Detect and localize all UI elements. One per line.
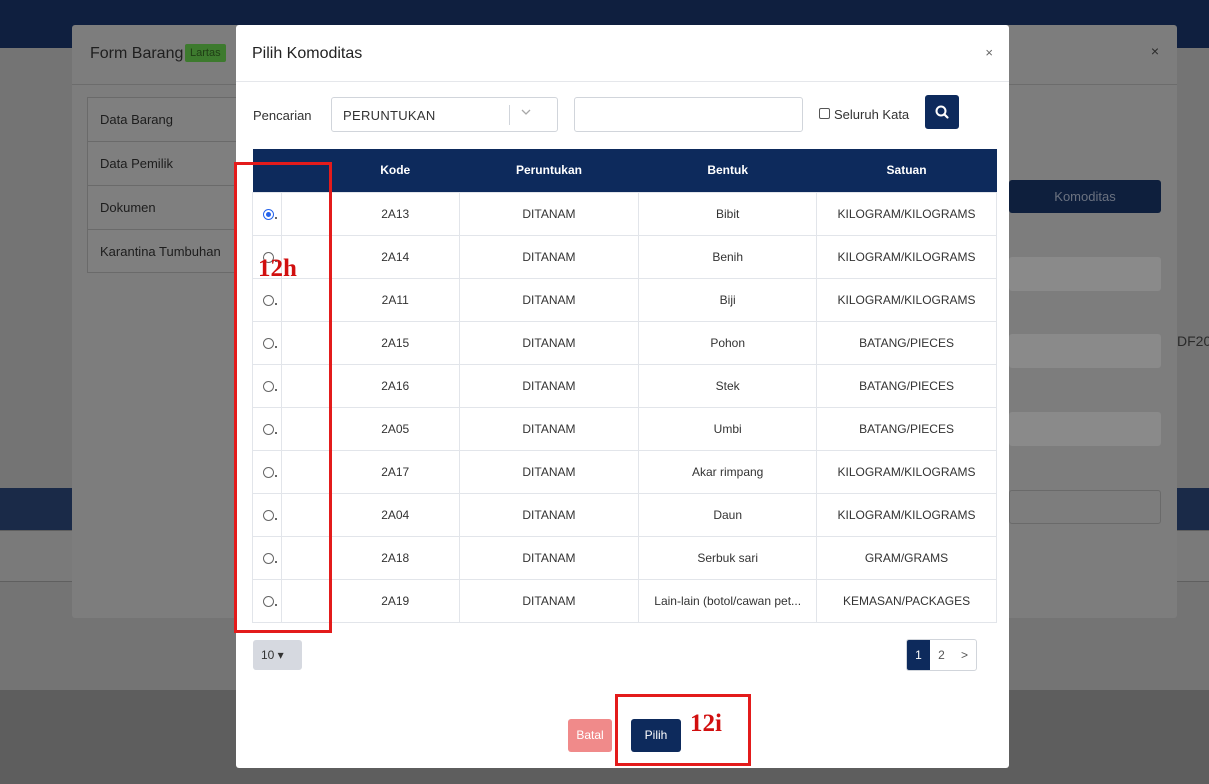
cell-kode: 2A04	[330, 492, 460, 537]
table-row[interactable]: 2A14 DITANAM Benih KILOGRAM/KILOGRAMS	[252, 234, 997, 279]
cell-satuan: BATANG/PIECES	[816, 320, 997, 365]
cell-peruntukan: DITANAM	[458, 578, 640, 623]
cell-satuan: KILOGRAM/KILOGRAMS	[816, 191, 997, 236]
close-icon[interactable]: ×	[985, 45, 993, 60]
cell-kode: 2A17	[330, 449, 460, 494]
lartas-badge: Lartas	[185, 44, 226, 62]
annotation-box-pilih-button	[615, 694, 751, 766]
annotation-box-radio-column	[234, 162, 332, 633]
komoditas-table: Kode Peruntukan Bentuk Satuan 2A13 DITANA…	[252, 149, 997, 623]
cell-satuan: KILOGRAM/KILOGRAMS	[816, 449, 997, 494]
cell-satuan: BATANG/PIECES	[816, 363, 997, 408]
cell-kode: 2A05	[330, 406, 460, 451]
pagination: 1 2 >	[906, 639, 977, 671]
table-header-row: Kode Peruntukan Bentuk Satuan	[252, 149, 997, 192]
cell-satuan: KILOGRAM/KILOGRAMS	[816, 277, 997, 322]
sidebar-item-data-barang[interactable]: Data Barang	[87, 97, 237, 141]
form-barang-close-icon[interactable]: ×	[1151, 43, 1159, 59]
form-field[interactable]	[1009, 334, 1161, 368]
modal-header: Pilih Komoditas ×	[236, 25, 1009, 82]
cell-kode: 2A13	[330, 191, 460, 236]
sidebar-item-data-pemilik[interactable]: Data Pemilik	[87, 141, 237, 185]
cell-kode: 2A19	[330, 578, 460, 623]
whole-word-label: Seluruh Kata	[834, 107, 910, 122]
form-field[interactable]	[1009, 490, 1161, 524]
form-field-value: DF202	[1177, 333, 1209, 349]
cell-peruntukan: DITANAM	[458, 277, 640, 322]
cell-peruntukan: DITANAM	[458, 320, 640, 365]
cell-bentuk: Pohon	[638, 320, 818, 365]
table-row[interactable]: 2A17 DITANAM Akar rimpang KILOGRAM/KILOGRAM…	[252, 449, 997, 494]
cell-bentuk: Akar rimpang	[638, 449, 818, 494]
table-row[interactable]: 2A05 DITANAM Umbi BATANG/PIECES	[252, 406, 997, 451]
sidebar-item-dokumen[interactable]: Dokumen	[87, 185, 237, 229]
search-label: Pencarian	[253, 108, 312, 123]
table-row[interactable]: 2A11 DITANAM Biji KILOGRAM/KILOGRAMS	[252, 277, 997, 322]
cell-kode: 2A15	[330, 320, 460, 365]
form-barang-sidebar: Data Barang Data Pemilik Dokumen Karanti…	[87, 97, 237, 273]
komoditas-button[interactable]: Komoditas	[1009, 180, 1161, 213]
table-header-kode: Kode	[331, 149, 460, 192]
cell-satuan: GRAM/GRAMS	[816, 535, 997, 580]
cell-peruntukan: DITANAM	[458, 449, 640, 494]
search-input[interactable]	[574, 97, 803, 132]
table-row[interactable]: 2A15 DITANAM Pohon BATANG/PIECES	[252, 320, 997, 365]
cell-kode: 2A16	[330, 363, 460, 408]
table-header-satuan: Satuan	[816, 149, 997, 192]
search-field-value: PERUNTUKAN	[343, 108, 436, 123]
cell-peruntukan: DITANAM	[458, 492, 640, 537]
cell-peruntukan: DITANAM	[458, 406, 640, 451]
cell-satuan: KEMASAN/PACKAGES	[816, 578, 997, 623]
chevron-down-icon	[520, 106, 532, 121]
search-icon	[935, 105, 949, 119]
search-button[interactable]	[925, 95, 959, 129]
cell-peruntukan: DITANAM	[458, 363, 640, 408]
annotation-label-12h: 12h	[258, 255, 297, 282]
table-row[interactable]: 2A13 DITANAM Bibit KILOGRAM/KILOGRAMS	[252, 191, 997, 236]
table-row[interactable]: 2A16 DITANAM Stek BATANG/PIECES	[252, 363, 997, 408]
page-size-select[interactable]: 10 ▾	[253, 640, 302, 670]
page-2-button[interactable]: 2	[930, 640, 953, 670]
cell-bentuk: Biji	[638, 277, 818, 322]
table-row[interactable]: 2A04 DITANAM Daun KILOGRAM/KILOGRAMS	[252, 492, 997, 537]
cell-bentuk: Serbuk sari	[638, 535, 818, 580]
modal-title: Pilih Komoditas	[252, 45, 363, 62]
search-field-select[interactable]: PERUNTUKAN	[331, 97, 558, 132]
cell-satuan: KILOGRAM/KILOGRAMS	[816, 492, 997, 537]
cell-bentuk: Daun	[638, 492, 818, 537]
cell-satuan: BATANG/PIECES	[816, 406, 997, 451]
cell-bentuk: Umbi	[638, 406, 818, 451]
cell-kode: 2A14	[330, 234, 460, 279]
form-field[interactable]	[1009, 257, 1161, 291]
annotation-label-12i: 12i	[690, 710, 722, 737]
cell-satuan: KILOGRAM/KILOGRAMS	[816, 234, 997, 279]
table-row[interactable]: 2A19 DITANAM Lain-lain (botol/cawan pet...…	[252, 578, 997, 623]
cell-kode: 2A18	[330, 535, 460, 580]
cell-peruntukan: DITANAM	[458, 191, 640, 236]
cell-bentuk: Stek	[638, 363, 818, 408]
table-row[interactable]: 2A18 DITANAM Serbuk sari GRAM/GRAMS	[252, 535, 997, 580]
table-header-bentuk: Bentuk	[638, 149, 817, 192]
pilih-komoditas-modal: Pilih Komoditas × Pencarian PERUNTUKAN S…	[236, 25, 1009, 768]
cell-bentuk: Lain-lain (botol/cawan pet...	[638, 578, 818, 623]
form-field[interactable]	[1009, 412, 1161, 446]
batal-button[interactable]: Batal	[568, 719, 612, 752]
cell-peruntukan: DITANAM	[458, 234, 640, 279]
sidebar-item-karantina-tumbuhan[interactable]: Karantina Tumbuhan	[87, 229, 237, 273]
page-1-button[interactable]: 1	[907, 640, 930, 670]
cell-bentuk: Bibit	[638, 191, 818, 236]
select-separator	[509, 105, 510, 125]
cell-peruntukan: DITANAM	[458, 535, 640, 580]
cell-bentuk: Benih	[638, 234, 818, 279]
form-barang-title: Form Barang	[90, 45, 184, 62]
table-header-peruntukan: Peruntukan	[459, 149, 639, 192]
cell-kode: 2A11	[330, 277, 460, 322]
whole-word-checkbox[interactable]	[819, 108, 830, 119]
next-page-button[interactable]: >	[953, 640, 976, 670]
